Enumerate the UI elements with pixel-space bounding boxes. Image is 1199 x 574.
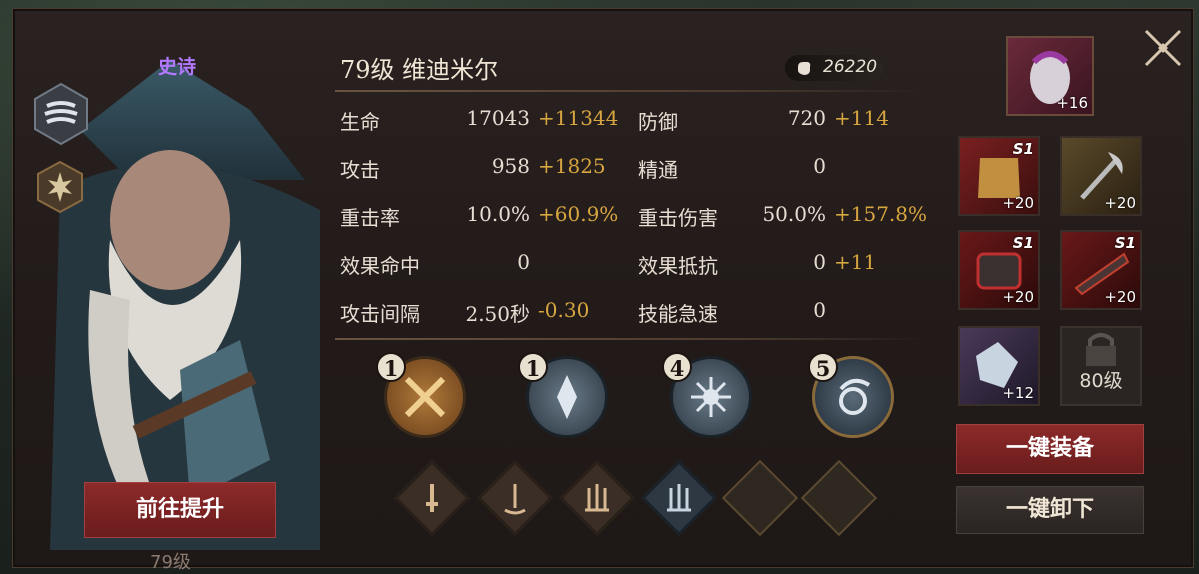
divider [335,338,925,340]
background-level-text: 79级 [150,552,191,573]
stat-bonus: +157.8% [834,202,928,226]
close-icon[interactable] [1140,25,1186,71]
equip-level: +20 [1002,288,1034,306]
faction-badge-icon[interactable] [33,82,89,146]
stat-bonus: +114 [834,106,889,130]
stat-bonus: +1825 [538,154,606,178]
stat-label: 攻击间隔 [340,302,420,326]
equip-slot-axe[interactable]: +20 [1060,136,1142,216]
rarity-label: 史诗 [158,56,197,78]
skill-level-badge: 4 [662,352,692,382]
skill-level-badge: 1 [376,352,406,382]
stat-label: 重击伤害 [638,206,718,230]
stat-bonus: +11 [834,250,877,274]
equip-slot-armor[interactable]: S1 +20 [958,136,1040,216]
stat-label: 防御 [638,110,678,134]
stat-label: 效果命中 [340,254,420,278]
equip-slot-gauntlet[interactable]: S1 +20 [958,230,1040,310]
stat-label: 重击率 [340,206,400,230]
locked-level-requirement: 80级 [1079,370,1123,392]
stat-label: 生命 [340,110,380,134]
fist-icon [795,59,813,82]
stat-bonus: +11344 [538,106,619,130]
combat-power: 26220 [785,55,883,81]
stat-base: 958 [491,154,530,178]
equip-slot-locked[interactable]: 80级 [1060,326,1142,406]
set-tag: S1 [1114,234,1136,252]
class-badge-icon[interactable] [36,160,84,214]
stat-label: 技能急速 [638,302,718,326]
set-tag: S1 [1012,140,1034,158]
skill-level-badge: 1 [518,352,548,382]
stat-base: 0 [813,250,826,274]
stat-base: 0 [517,250,530,274]
equip-all-button[interactable]: 一键装备 [956,424,1144,474]
equip-level: +20 [1104,288,1136,306]
stat-base: 2.50秒 [465,302,530,326]
stat-label: 效果抵抗 [638,254,718,278]
equip-level: +20 [1104,194,1136,212]
stat-label: 精通 [638,158,678,182]
upgrade-button[interactable]: 前往提升 [84,482,276,538]
equip-level: +20 [1002,194,1034,212]
stat-base: 720 [787,106,826,130]
hero-level-name: 79级 维迪米尔 [340,56,499,84]
divider [335,90,925,92]
unequip-all-button[interactable]: 一键卸下 [956,486,1144,534]
stat-base: 10.0% [466,202,530,226]
equip-slot-bracer[interactable]: S1 +20 [1060,230,1142,310]
set-tag: S1 [1012,234,1034,252]
skill-level-badge: 5 [808,352,838,382]
equip-level: +12 [1002,384,1034,402]
stat-label: 攻击 [340,158,380,182]
lock-icon [1086,333,1116,366]
stat-base: 50.0% [762,202,826,226]
equip-slot-gem[interactable]: +12 [958,326,1040,406]
combat-power-value: 26220 [823,57,878,77]
equip-level: +16 [1056,94,1088,112]
stat-base: 0 [813,154,826,178]
equip-slot-mask[interactable]: +16 [1006,36,1094,116]
stat-base: 17043 [466,106,530,130]
stat-bonus: -0.30 [538,298,590,322]
stat-base: 0 [813,298,826,322]
stat-bonus: +60.9% [538,202,619,226]
